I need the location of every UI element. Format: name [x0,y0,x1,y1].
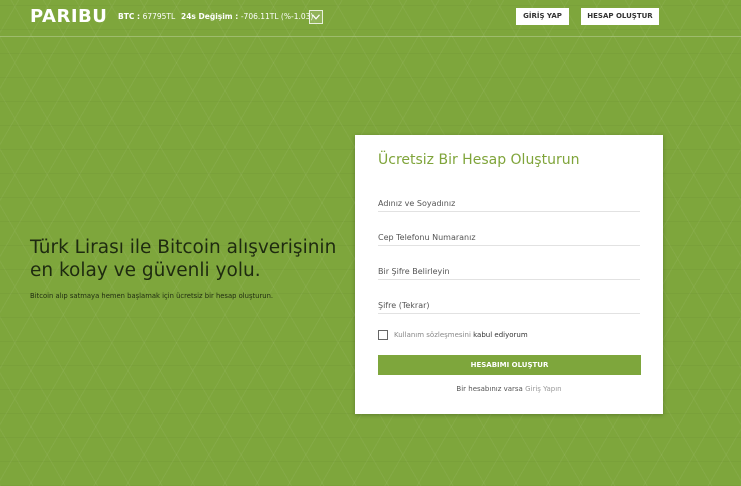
name-input[interactable] [378,195,640,212]
price-change-label: 24s Değişim : [181,12,241,21]
create-account-button[interactable]: HESABIMI OLUŞTUR [378,355,641,375]
ticker-dropdown-button[interactable] [309,10,323,24]
terms-link[interactable]: Kullanım sözleşmesini [394,331,471,339]
paribu-logo[interactable]: PARIBU [30,6,107,27]
password-input[interactable] [378,263,640,280]
signup-title: Ücretsiz Bir Hesap Oluşturun [378,152,580,168]
phone-input[interactable] [378,229,640,246]
login-prompt: Bir hesabınız varsa [456,385,523,393]
terms-label: Kullanım sözleşmesini kabul ediyorum [394,331,528,339]
hero-subtitle: Bitcoin alıp satmaya hemen başlamak için… [30,292,274,300]
hero-title-line-2: en kolay ve güvenli yolu. [30,260,261,281]
btc-price: BTC : 67795TL [118,12,175,21]
login-hint: Bir hesabınız varsa Giriş Yapın [355,385,663,393]
btc-price-value: 67795TL [142,12,176,21]
top-header: PARIBU BTC : 67795TL 24s Değişim : -706.… [0,0,741,37]
hero-title: Türk Lirası ile Bitcoin alışverişinin en… [30,236,350,282]
hero-title-line-1: Türk Lirası ile Bitcoin alışverişinin [30,237,337,258]
btc-price-label: BTC : [118,12,143,21]
price-change-value: -706.11TL (%-1.03) [240,12,314,21]
login-button[interactable]: GİRİŞ YAP [516,8,569,25]
terms-checkbox[interactable] [378,330,388,340]
terms-accept-text: kabul ediyorum [473,331,528,339]
login-link[interactable]: Giriş Yapın [525,385,562,393]
price-change: 24s Değişim : -706.11TL (%-1.03) [181,12,313,21]
password-repeat-input[interactable] [378,297,640,314]
chevron-down-icon [312,14,320,20]
register-button[interactable]: HESAP OLUŞTUR [581,8,659,25]
